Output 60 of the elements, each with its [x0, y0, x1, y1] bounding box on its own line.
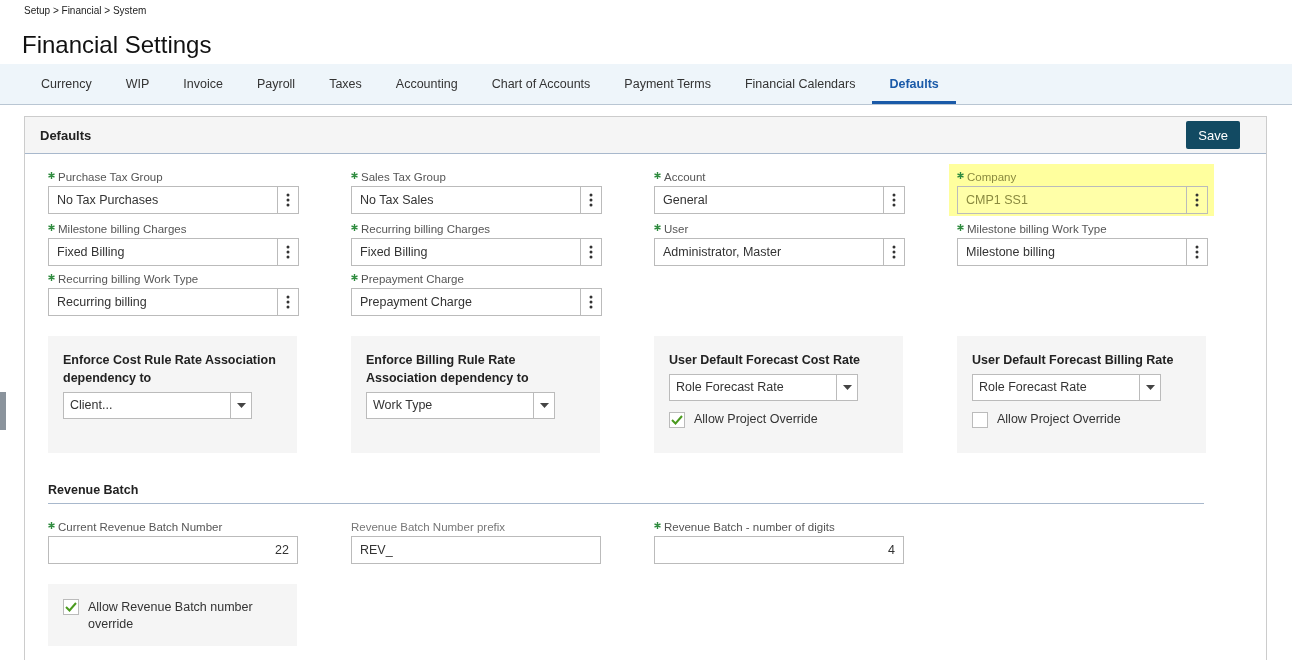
field-label: Revenue Batch - number of digits: [664, 520, 835, 534]
caret-icon: [1145, 385, 1155, 390]
dropdown[interactable]: Client...: [63, 392, 252, 419]
save-button[interactable]: Save: [1186, 121, 1240, 149]
tab[interactable]: Accounting: [378, 64, 475, 104]
tab[interactable]: Chart of Accounts: [474, 64, 608, 104]
breadcrumb: Setup > Financial > System: [23, 4, 148, 18]
lookup-field[interactable]: Fixed Billing: [351, 238, 602, 266]
tab[interactable]: Payment Terms: [607, 64, 728, 104]
lookup-field[interactable]: No Tax Sales: [351, 186, 602, 214]
field-label: Revenue Batch Number prefix: [351, 520, 506, 534]
lookup-field[interactable]: Recurring billing: [48, 288, 299, 316]
input-field[interactable]: 22: [48, 536, 298, 564]
caret-icon: [236, 403, 246, 408]
panel-title: Defaults: [40, 127, 92, 143]
lookup-field[interactable]: Fixed Billing: [48, 238, 299, 266]
sidebar-toggle[interactable]: [0, 392, 6, 430]
checkbox[interactable]: [972, 411, 988, 428]
dropdown[interactable]: Role Forecast Rate: [669, 374, 858, 401]
field-label: Recurring billing Work Type: [58, 272, 199, 286]
checkbox[interactable]: [63, 599, 79, 615]
field-label: Milestone billing Charges: [58, 222, 187, 236]
page-title: Financial Settings: [22, 31, 213, 60]
field-label: Account: [664, 170, 706, 184]
input-field[interactable]: REV_: [351, 536, 601, 564]
lookup-field[interactable]: General: [654, 186, 905, 214]
tab[interactable]: Defaults: [872, 64, 956, 104]
setting-title: User Default Forecast Billing Rate: [972, 352, 1175, 369]
field-label: Recurring billing Charges: [361, 222, 491, 236]
tab[interactable]: Taxes: [312, 64, 379, 104]
lookup-field[interactable]: Milestone billing: [957, 238, 1208, 266]
field-label: Milestone billing Work Type: [967, 222, 1107, 236]
field-label: Prepayment Charge: [361, 272, 464, 286]
lookup-field[interactable]: Administrator, Master: [654, 238, 905, 266]
field-label: Sales Tax Group: [361, 170, 446, 184]
tab[interactable]: WIP: [108, 64, 167, 104]
setting-title: Enforce Billing Rule Rate Association dependency to: [366, 352, 530, 387]
field-label: Purchase Tax Group: [58, 170, 163, 184]
setting-title: User Default Forecast Cost Rate: [669, 352, 862, 369]
dropdown[interactable]: Work Type: [366, 392, 555, 419]
tab[interactable]: Payroll: [239, 64, 313, 104]
tab[interactable]: Invoice: [166, 64, 240, 104]
checkbox-label: Allow Project Override: [997, 411, 1121, 428]
checkbox-label: Allow Revenue Batch number override: [88, 599, 254, 633]
checkbox-label: Allow Project Override: [694, 411, 818, 428]
tab[interactable]: Financial Calendars: [727, 64, 873, 104]
section-title: Revenue Batch: [48, 483, 1204, 504]
lookup-field[interactable]: No Tax Purchases: [48, 186, 299, 214]
caret-icon: [539, 403, 549, 408]
lookup-field[interactable]: Prepayment Charge: [351, 288, 602, 316]
setting-title: Enforce Cost Rule Rate Association dependency to: [63, 352, 277, 387]
input-field[interactable]: 4: [654, 536, 904, 564]
field-label: Company: [967, 170, 1017, 184]
field-label: User: [664, 222, 689, 236]
tab[interactable]: Currency: [24, 64, 109, 104]
checkbox[interactable]: [669, 411, 685, 428]
caret-icon: [842, 385, 852, 390]
dropdown[interactable]: Role Forecast Rate: [972, 374, 1161, 401]
field-label: Current Revenue Batch Number: [58, 520, 223, 534]
lookup-field[interactable]: CMP1 SS1: [957, 186, 1208, 214]
